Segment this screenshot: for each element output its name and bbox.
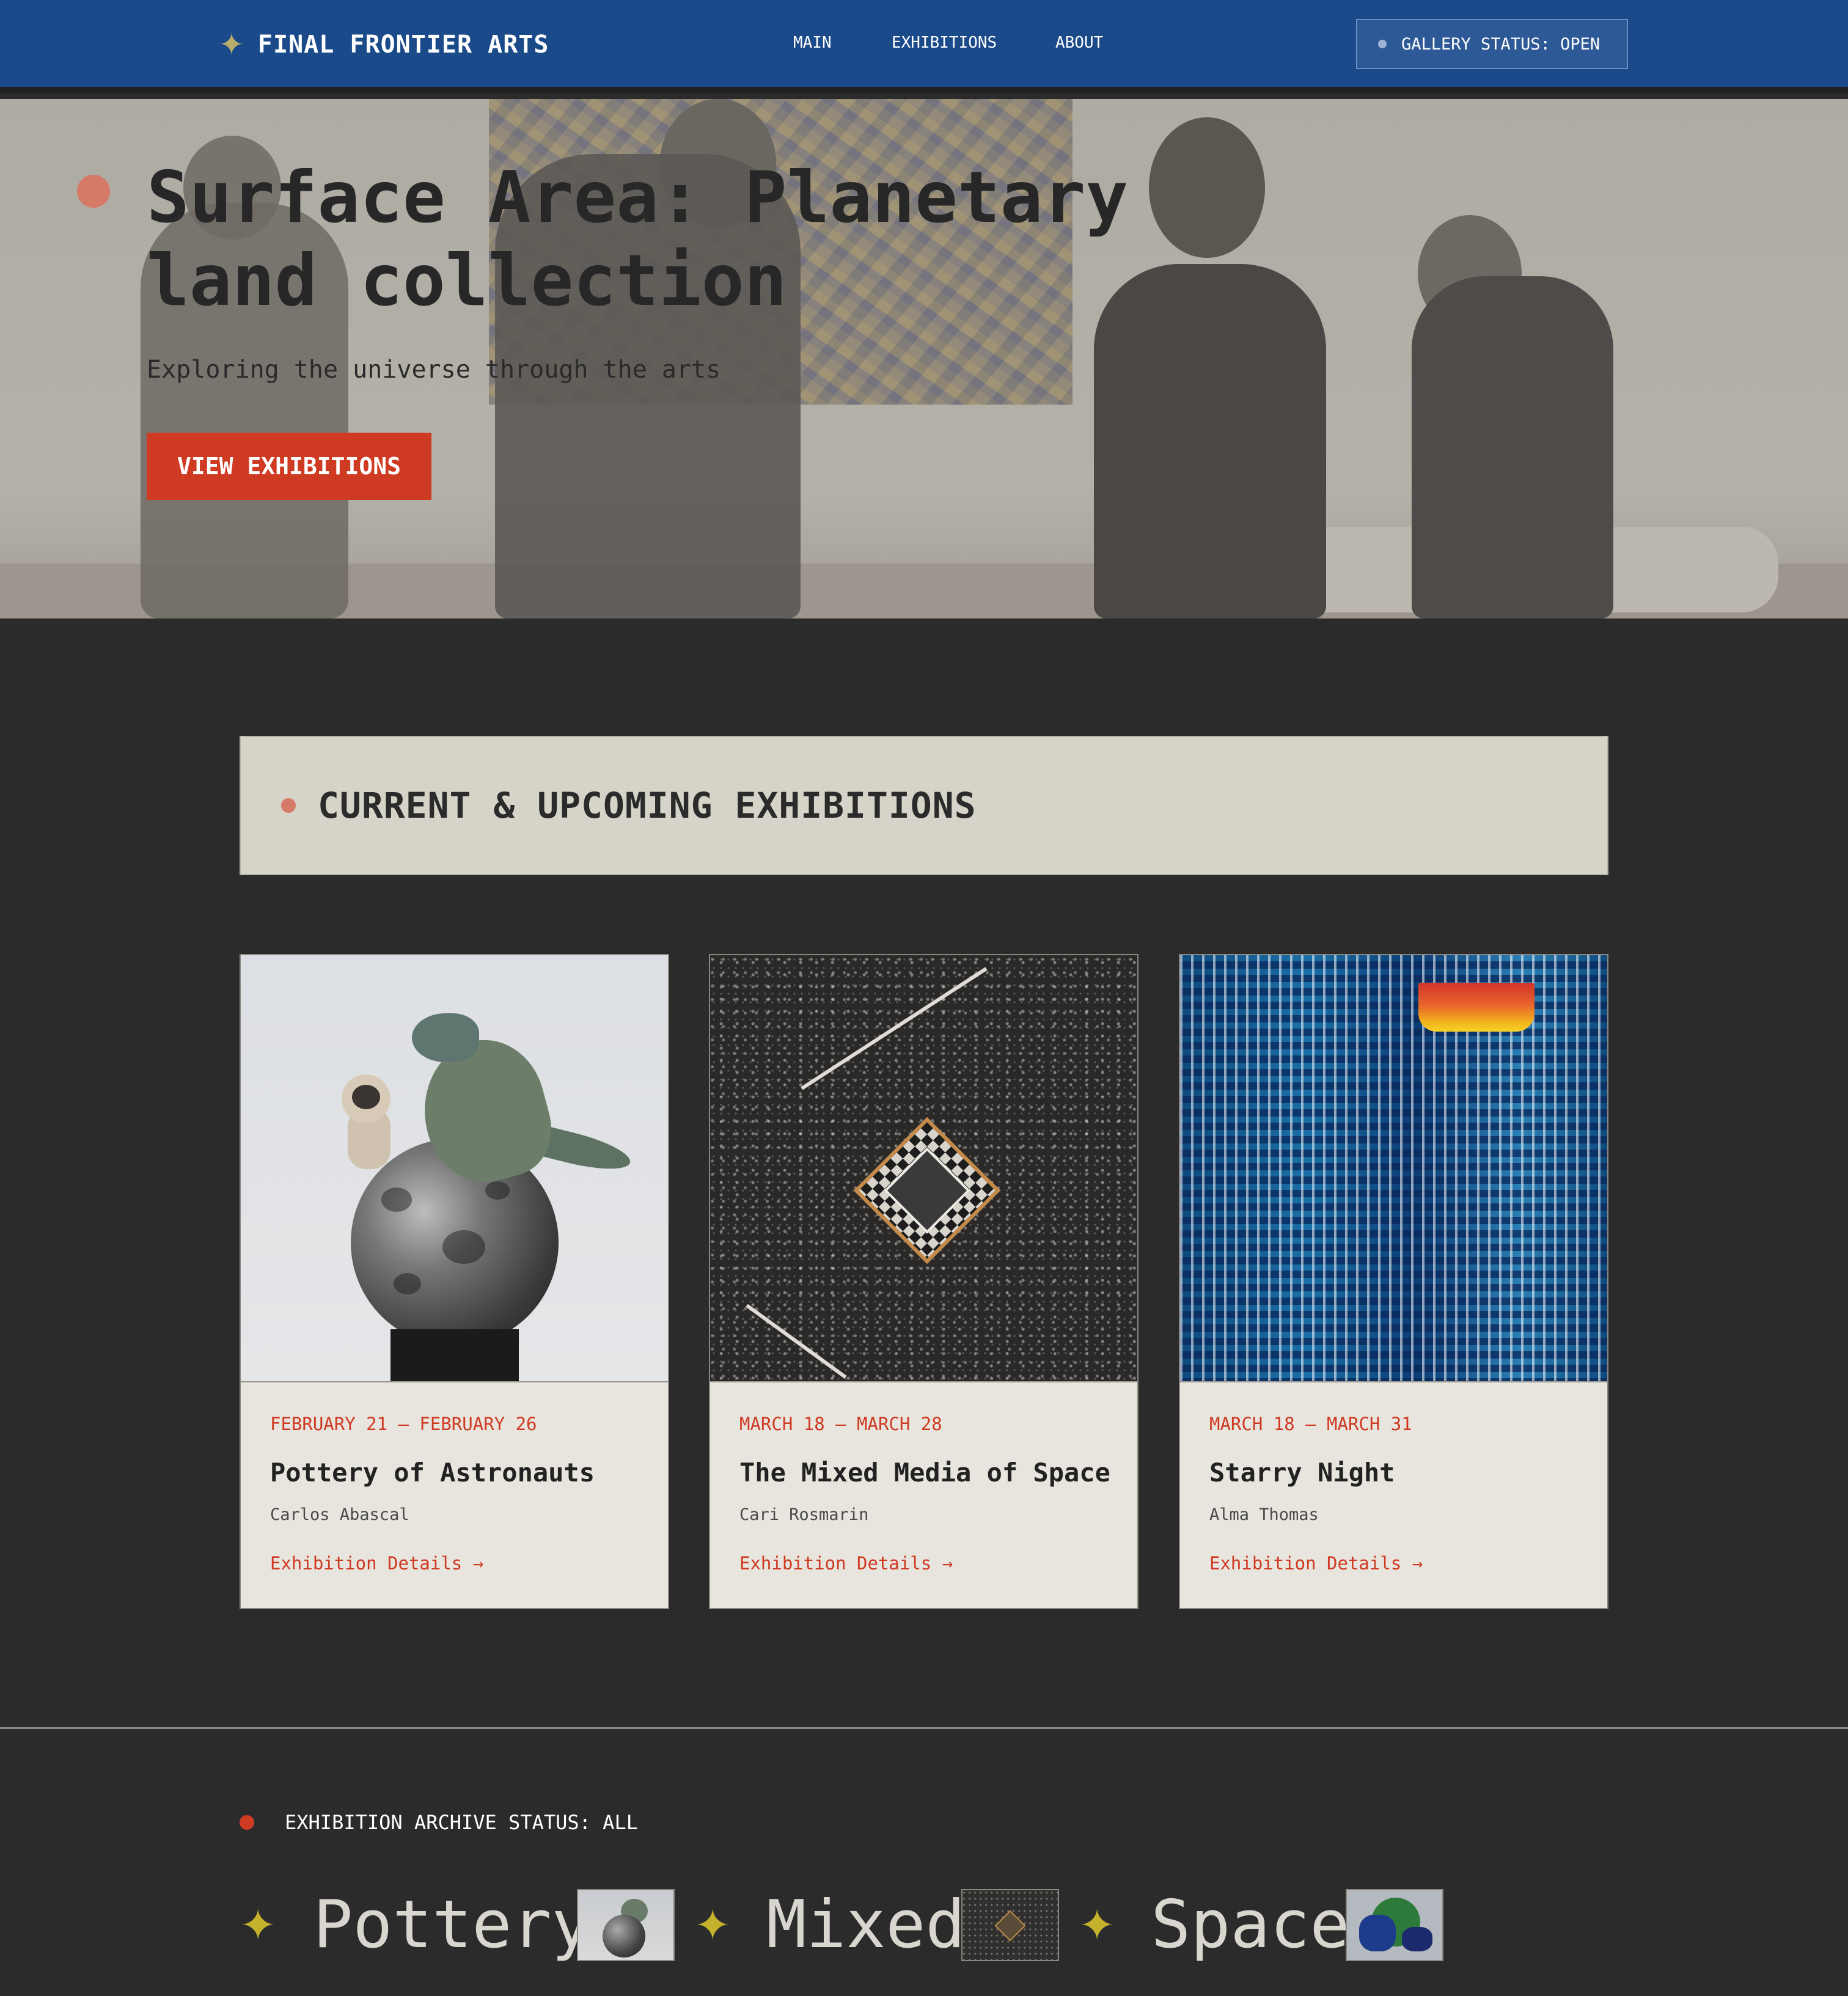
exhibition-image-mixed-media[interactable] [710,955,1137,1382]
ticker-word: Mixed [766,1887,966,1963]
sparkle-star-icon: ✦ [219,27,244,62]
exhibition-date: MARCH 18 – MARCH 28 [739,1414,942,1434]
archive-status-dot-icon [240,1815,254,1830]
exhibition-artist: Carlos Abascal [270,1505,409,1524]
exhibition-artist: Cari Rosmarin [739,1505,869,1524]
nav-exhibitions-link[interactable]: EXHIBITIONS [892,31,997,55]
archive-ticker-item[interactable]: ✦ Pottery [240,1882,591,1968]
archive-ticker-item[interactable]: ✦ Mixed [694,1882,965,1968]
sparkle-star-icon: ✦ [240,1899,277,1951]
exhibitions-section-header: CURRENT & UPCOMING EXHIBITIONS [240,736,1608,875]
exhibition-date: FEBRUARY 21 – FEBRUARY 26 [270,1414,537,1434]
sparkle-star-icon: ✦ [1079,1899,1116,1951]
hero-banner: Surface Area: Planetary land collection … [0,99,1848,618]
exhibition-date: MARCH 18 – MARCH 31 [1209,1414,1412,1434]
exhibition-artist: Alma Thomas [1209,1505,1319,1524]
exhibition-image-pottery[interactable] [241,955,668,1382]
site-logo-text: FINAL FRONTIER ARTS [257,31,549,59]
ticker-word: Pottery [313,1887,592,1963]
exhibition-card[interactable]: MARCH 18 – MARCH 28 The Mixed Media of S… [709,954,1138,1609]
exhibition-details-link[interactable]: Exhibition Details → [1209,1553,1423,1574]
nav-about-link[interactable]: ABOUT [1055,31,1103,55]
exhibition-title[interactable]: Starry Night [1209,1458,1395,1488]
sparkle-star-icon: ✦ [694,1899,732,1951]
hero-title: Surface Area: Planetary land collection [147,156,1129,322]
ticker-thumbnail-mixed[interactable] [961,1889,1059,1961]
section-bullet-dot [281,798,296,813]
section-divider [0,1727,1848,1729]
exhibition-card[interactable]: FEBRUARY 21 – FEBRUARY 26 Pottery of Ast… [240,954,669,1609]
hero-bullet-dot [77,175,110,208]
status-dot-icon [1378,40,1387,48]
ticker-thumbnail-space[interactable] [1346,1889,1443,1961]
archive-status: EXHIBITION ARCHIVE STATUS: ALL [240,1809,638,1836]
exhibition-card[interactable]: MARCH 18 – MARCH 31 Starry Night Alma Th… [1179,954,1608,1609]
archive-ticker-item[interactable]: ✦ Space [1079,1882,1349,1968]
section-title: CURRENT & UPCOMING EXHIBITIONS [318,785,977,826]
hero-subtitle: Exploring the universe through the arts [147,356,721,384]
site-logo[interactable]: ✦ FINAL FRONTIER ARTS [219,27,549,62]
nav-main-link[interactable]: MAIN [793,31,832,55]
ticker-word: Space [1151,1887,1350,1963]
site-header: ✦ FINAL FRONTIER ARTS MAIN EXHIBITIONS A… [0,0,1848,93]
archive-status-text: EXHIBITION ARCHIVE STATUS: ALL [285,1811,638,1834]
exhibition-details-link[interactable]: Exhibition Details → [270,1553,483,1574]
view-exhibitions-button[interactable]: VIEW EXHIBITIONS [147,433,431,500]
exhibition-title[interactable]: Pottery of Astronauts [270,1458,595,1488]
exhibition-title[interactable]: The Mixed Media of Space [739,1458,1110,1488]
ticker-thumbnail-pottery[interactable] [577,1889,675,1961]
exhibition-details-link[interactable]: Exhibition Details → [739,1553,953,1574]
exhibition-image-starry-night[interactable] [1180,955,1607,1382]
gallery-status-text: GALLERY STATUS: OPEN [1401,34,1601,54]
gallery-status-badge: GALLERY STATUS: OPEN [1356,19,1628,69]
